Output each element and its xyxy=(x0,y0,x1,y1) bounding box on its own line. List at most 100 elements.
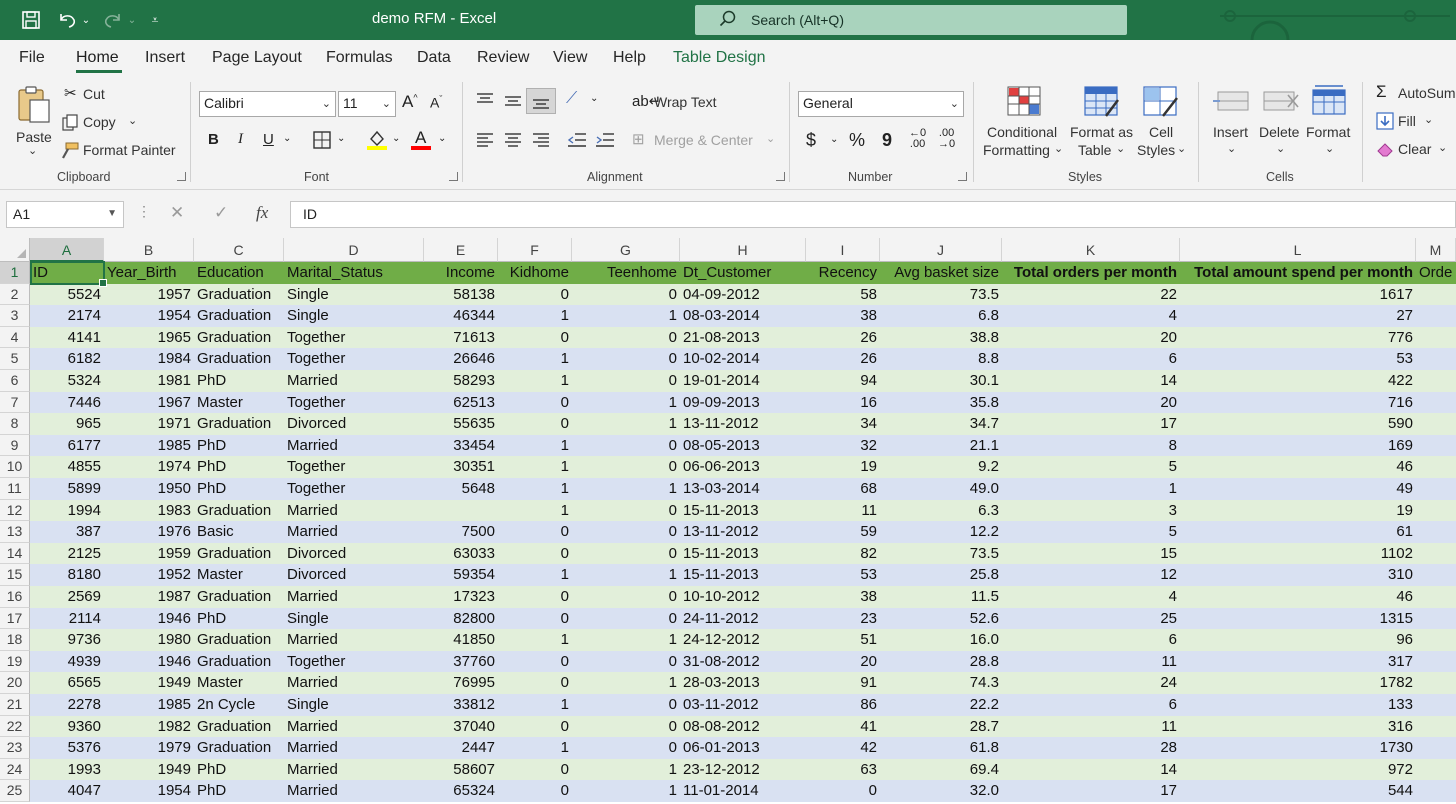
table-cell[interactable]: 1981 xyxy=(104,370,194,392)
table-cell[interactable]: Together xyxy=(284,327,424,349)
row-header[interactable]: 12 xyxy=(0,499,30,522)
redo-dropdown-icon[interactable]: ⌄ xyxy=(126,8,138,32)
table-cell[interactable]: 10-02-2014 xyxy=(680,348,806,370)
table-cell[interactable]: 15-11-2013 xyxy=(680,564,806,586)
table-cell[interactable]: 1 xyxy=(572,629,680,651)
table-cell[interactable]: 1 xyxy=(572,478,680,500)
table-cell[interactable]: 38 xyxy=(806,305,880,327)
table-cell[interactable]: 1976 xyxy=(104,521,194,543)
table-cell[interactable]: 0 xyxy=(498,672,572,694)
table-cell[interactable]: 1 xyxy=(498,305,572,327)
cell-styles-button[interactable]: Cell Styles ⌄ xyxy=(1135,84,1189,166)
table-cell[interactable]: 0 xyxy=(498,780,572,802)
table-cell[interactable]: 14 xyxy=(1002,370,1180,392)
confirm-entry-icon[interactable]: ✓ xyxy=(214,203,228,223)
table-cell[interactable]: 5648 xyxy=(424,478,498,500)
table-cell[interactable]: 776 xyxy=(1180,327,1416,349)
table-cell[interactable]: 544 xyxy=(1180,780,1416,802)
table-cell[interactable]: PhD xyxy=(194,608,284,630)
table-cell[interactable]: 590 xyxy=(1180,413,1416,435)
table-cell[interactable]: 53 xyxy=(806,564,880,586)
row-header[interactable]: 11 xyxy=(0,478,30,500)
table-cell[interactable]: 24-11-2012 xyxy=(680,608,806,630)
row-header[interactable]: 16 xyxy=(0,586,30,608)
table-cell[interactable]: 96 xyxy=(1180,629,1416,651)
paste-button[interactable]: Paste ⌄ xyxy=(10,82,58,160)
table-cell[interactable]: Graduation xyxy=(194,348,284,370)
tab-data[interactable]: Data xyxy=(417,49,451,67)
table-cell[interactable]: 1984 xyxy=(104,348,194,370)
table-cell[interactable]: 1974 xyxy=(104,456,194,478)
table-cell[interactable]: 58138 xyxy=(424,284,498,306)
table-cell[interactable]: 8180 xyxy=(30,564,104,586)
table-cell[interactable]: 0 xyxy=(572,284,680,306)
column-header[interactable]: J xyxy=(880,238,1002,262)
table-cell[interactable]: Married xyxy=(284,370,424,392)
table-cell[interactable]: 1 xyxy=(572,780,680,802)
conditional-formatting-button[interactable]: Conditional Formatting ⌄ xyxy=(983,84,1065,166)
table-cell[interactable]: 4141 xyxy=(30,327,104,349)
table-cell[interactable]: 1 xyxy=(498,456,572,478)
table-cell[interactable]: 12 xyxy=(1002,564,1180,586)
column-header[interactable]: I xyxy=(806,238,880,262)
table-cell[interactable]: 1993 xyxy=(30,759,104,781)
clear-button[interactable]: Clear ⌄ xyxy=(1376,138,1456,160)
column-header[interactable]: G xyxy=(572,238,680,262)
table-cell[interactable]: 10-10-2012 xyxy=(680,586,806,608)
table-cell[interactable]: 11 xyxy=(1002,651,1180,673)
table-cell[interactable]: Graduation xyxy=(194,305,284,327)
table-cell[interactable]: 63033 xyxy=(424,543,498,565)
align-middle-icon[interactable] xyxy=(504,92,522,108)
table-cell[interactable]: 0 xyxy=(498,608,572,630)
table-cell[interactable]: 0 xyxy=(572,608,680,630)
header-cell[interactable]: ID xyxy=(30,262,104,284)
table-cell[interactable]: 1 xyxy=(572,564,680,586)
table-cell[interactable]: 169 xyxy=(1180,435,1416,457)
align-center-icon[interactable] xyxy=(504,132,522,148)
table-cell[interactable]: 06-01-2013 xyxy=(680,737,806,759)
tab-file[interactable]: File xyxy=(19,49,45,67)
cancel-entry-icon[interactable]: ✕ xyxy=(170,203,184,223)
table-cell[interactable]: 8 xyxy=(1002,435,1180,457)
table-cell[interactable]: 6.8 xyxy=(880,305,1002,327)
table-cell[interactable]: 30351 xyxy=(424,456,498,478)
table-cell[interactable]: 4047 xyxy=(30,780,104,802)
table-cell[interactable]: 19 xyxy=(1180,500,1416,522)
redo-icon[interactable] xyxy=(100,8,126,32)
table-cell[interactable]: 1946 xyxy=(104,651,194,673)
decrease-decimal-icon[interactable]: .00 →0 xyxy=(938,128,955,150)
table-cell[interactable]: 26 xyxy=(806,348,880,370)
table-cell[interactable]: 1 xyxy=(498,564,572,586)
table-cell[interactable]: 21-08-2013 xyxy=(680,327,806,349)
column-header[interactable]: M xyxy=(1416,238,1456,262)
table-cell[interactable]: 4855 xyxy=(30,456,104,478)
table-cell[interactable]: 1954 xyxy=(104,305,194,327)
table-cell[interactable]: 4 xyxy=(1002,586,1180,608)
table-cell[interactable]: 22.2 xyxy=(880,694,1002,716)
table-cell[interactable]: 86 xyxy=(806,694,880,716)
tab-help[interactable]: Help xyxy=(613,49,646,67)
table-cell[interactable]: 94 xyxy=(806,370,880,392)
font-name-combo[interactable]: Calibri ⌄ xyxy=(199,91,336,117)
table-cell[interactable]: Together xyxy=(284,456,424,478)
table-cell[interactable]: Married xyxy=(284,780,424,802)
table-cell[interactable]: 316 xyxy=(1180,716,1416,738)
table-cell[interactable]: 7500 xyxy=(424,521,498,543)
row-header[interactable]: 22 xyxy=(0,715,30,738)
table-cell[interactable]: 46 xyxy=(1180,456,1416,478)
table-cell[interactable]: 5524 xyxy=(30,284,104,306)
align-top-icon[interactable] xyxy=(476,92,494,108)
table-cell[interactable]: 7446 xyxy=(30,392,104,414)
table-cell[interactable]: 133 xyxy=(1180,694,1416,716)
table-cell[interactable]: 15 xyxy=(1002,543,1180,565)
table-cell[interactable]: 5 xyxy=(1002,521,1180,543)
header-cell[interactable]: Recency xyxy=(806,262,880,284)
table-cell[interactable]: 6 xyxy=(1002,348,1180,370)
table-cell[interactable]: 3 xyxy=(1002,500,1180,522)
table-cell[interactable]: 76995 xyxy=(424,672,498,694)
table-cell[interactable]: 0 xyxy=(498,651,572,673)
insert-function-button[interactable]: fx xyxy=(256,203,268,223)
table-cell[interactable]: 13-11-2012 xyxy=(680,413,806,435)
table-cell[interactable]: Master xyxy=(194,672,284,694)
table-cell[interactable]: 6177 xyxy=(30,435,104,457)
